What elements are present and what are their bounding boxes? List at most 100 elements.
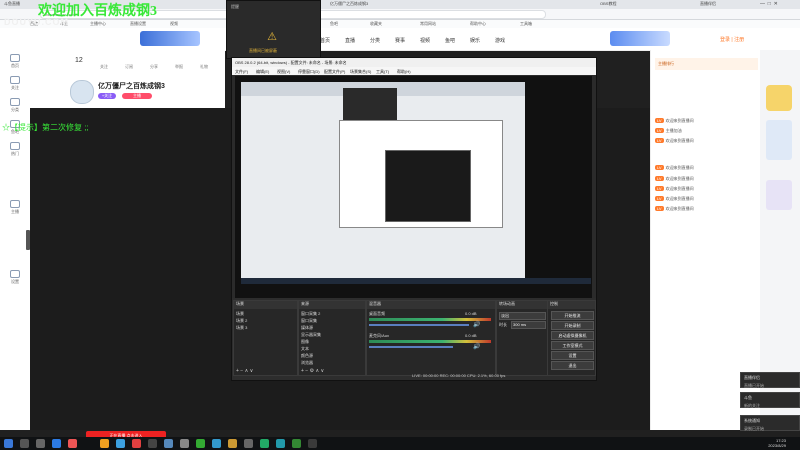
bookmark[interactable]: 常用网站 [420, 21, 436, 27]
scene-add-remove-buttons[interactable]: + − ∧ ∨ [236, 368, 253, 374]
app-icon[interactable] [244, 439, 253, 448]
obs-menu-bar: 文件(F) 编辑(E) 视图(V) 停靠窗口(D) 配置文件(P) 场景集合(S… [232, 67, 596, 75]
banner-image[interactable] [140, 31, 200, 46]
browser-tab[interactable]: OBS教程 [600, 1, 650, 8]
obs-preview[interactable] [235, 76, 592, 298]
notification-toast[interactable]: 系统通知 录制已开始 [740, 415, 800, 431]
menu-item[interactable]: 场景集合(S) [350, 69, 371, 75]
app-icon[interactable] [260, 439, 269, 448]
nav-item[interactable]: 赛事 [395, 37, 405, 44]
app-icon[interactable] [276, 439, 285, 448]
app-icon[interactable] [196, 439, 205, 448]
sidebar-item-follow[interactable]: 关注 [3, 76, 27, 91]
app-icon[interactable] [292, 439, 301, 448]
speaker-icon[interactable]: 🔊 [473, 343, 480, 350]
app-icon[interactable] [180, 439, 189, 448]
bookmark[interactable]: 鱼吧 [330, 21, 338, 27]
sidebar-item-anchor[interactable]: 主播 [3, 200, 27, 215]
start-streaming-button[interactable]: 开始推流 [551, 311, 594, 320]
bookmark[interactable]: 工具箱 [520, 21, 532, 27]
bookmark[interactable]: 直播设置 [130, 21, 146, 27]
obs-status-bar: LIVE: 00:00:00 REC: 00:00:00 CPU: 2.1%, … [412, 373, 506, 378]
banner-image-right[interactable] [610, 31, 670, 46]
browser-tab[interactable]: 亿万僵尸之百炼成钢3 [330, 1, 390, 8]
menu-item[interactable]: 视图(V) [277, 69, 290, 75]
system-clock[interactable]: 17:23 2023/8/29 [768, 438, 786, 448]
sidebar-item-settings[interactable]: 设置 [3, 270, 27, 285]
app-icon[interactable] [148, 439, 157, 448]
nav-item[interactable]: 鱼吧 [445, 37, 455, 44]
source-item[interactable]: 浏览器 [301, 360, 313, 366]
avatar[interactable] [70, 80, 94, 104]
virtual-camera-button[interactable]: 启动虚拟摄像机 [551, 331, 594, 340]
menu-item[interactable]: 文件(F) [235, 69, 248, 75]
menu-item[interactable]: 工具(T) [376, 69, 389, 75]
search-icon[interactable] [20, 439, 29, 448]
app-icon[interactable] [132, 439, 141, 448]
app-icon[interactable] [100, 439, 109, 448]
bookmark[interactable]: 帮助中心 [470, 21, 486, 27]
scene-item[interactable]: 场景 [236, 311, 244, 317]
volume-slider[interactable] [369, 346, 453, 348]
scene-item[interactable]: 场景 3 [236, 325, 247, 331]
menu-item[interactable]: 帮助(H) [397, 69, 411, 75]
taskview-icon[interactable] [36, 439, 45, 448]
notification-toast[interactable]: 直播伴侣 直播已开始 [740, 372, 800, 388]
menu-item[interactable]: 编辑(E) [256, 69, 269, 75]
collapse-handle[interactable] [26, 230, 30, 250]
start-icon[interactable] [4, 439, 13, 448]
settings-button[interactable]: 设置 [551, 351, 594, 360]
bookmark[interactable]: 收藏夹 [370, 21, 382, 27]
app-icon[interactable] [228, 439, 237, 448]
app-icon[interactable] [116, 439, 125, 448]
nav-item[interactable]: 游戏 [495, 37, 505, 44]
volume-slider[interactable] [369, 324, 469, 326]
browser-tab[interactable]: 直播伴侣 [700, 1, 740, 8]
login-link[interactable]: 登录 | 注册 [720, 36, 744, 43]
nav-item[interactable]: 首页 [320, 37, 330, 44]
window-controls[interactable]: — □ ✕ [760, 1, 796, 8]
promo-image[interactable] [766, 85, 792, 111]
anchor-tag: 主播 [122, 93, 152, 99]
sidebar-item-home[interactable]: 首页 [3, 54, 27, 69]
source-item[interactable]: 显示器采集 [301, 332, 321, 338]
source-item[interactable]: 图像 [301, 339, 309, 345]
nav-item[interactable]: 视频 [420, 37, 430, 44]
notification-toast[interactable]: 斗鱼 新的关注 [740, 392, 800, 408]
source-item[interactable]: 窗口采集 [301, 318, 317, 324]
app-icon[interactable] [52, 439, 61, 448]
nav-item[interactable]: 娱乐 [470, 37, 480, 44]
bookmark[interactable]: 主播中心 [90, 21, 106, 27]
rank-header[interactable]: 主播排行 [655, 58, 758, 70]
sources-panel: 来源 窗口采集 2 窗口采集 媒体源 显示器采集 图像 文本 颜色源 浏览器 +… [298, 300, 366, 376]
nav-item[interactable]: 直播 [345, 37, 355, 44]
exit-button[interactable]: 退出 [551, 361, 594, 370]
follow-button[interactable]: +关注 [98, 93, 116, 99]
obs-taskbar-icon[interactable] [308, 439, 317, 448]
transition-select[interactable]: 淡出 [499, 312, 546, 320]
speaker-icon[interactable]: 🔊 [473, 321, 480, 328]
promo-image[interactable] [766, 180, 792, 210]
sidebar-item-hot[interactable]: 热门 [3, 142, 27, 157]
source-item[interactable]: 颜色源 [301, 353, 313, 359]
controls-panel: 控制 开始推流 开始录制 启动虚拟摄像机 工作室模式 设置 退出 [547, 300, 596, 376]
app-icon[interactable] [68, 439, 77, 448]
studio-mode-button[interactable]: 工作室模式 [551, 341, 594, 350]
nav-item[interactable]: 分类 [370, 37, 380, 44]
duration-label: 时长 [499, 322, 507, 327]
source-item[interactable]: 媒体源 [301, 325, 313, 331]
scene-item[interactable]: 场景 2 [236, 318, 247, 324]
source-item[interactable]: 文本 [301, 346, 309, 352]
sidebar-item-category[interactable]: 分类 [3, 98, 27, 113]
duration-input[interactable]: 300 ms [511, 321, 546, 329]
menu-item[interactable]: 配置文件(P) [324, 69, 345, 75]
app-icon[interactable] [212, 439, 221, 448]
site-header: 首页 直播 分类 赛事 视频 鱼吧 娱乐 游戏 登录 | 注册 [0, 28, 800, 51]
menu-item[interactable]: 停靠窗口(D) [298, 69, 320, 75]
promo-image[interactable] [766, 120, 792, 160]
app-icon[interactable] [164, 439, 173, 448]
bookmark[interactable]: 视频 [170, 21, 178, 27]
source-item[interactable]: 窗口采集 2 [301, 311, 320, 317]
start-recording-button[interactable]: 开始录制 [551, 321, 594, 330]
source-add-remove-buttons[interactable]: + − ⚙ ∧ ∨ [301, 368, 324, 374]
